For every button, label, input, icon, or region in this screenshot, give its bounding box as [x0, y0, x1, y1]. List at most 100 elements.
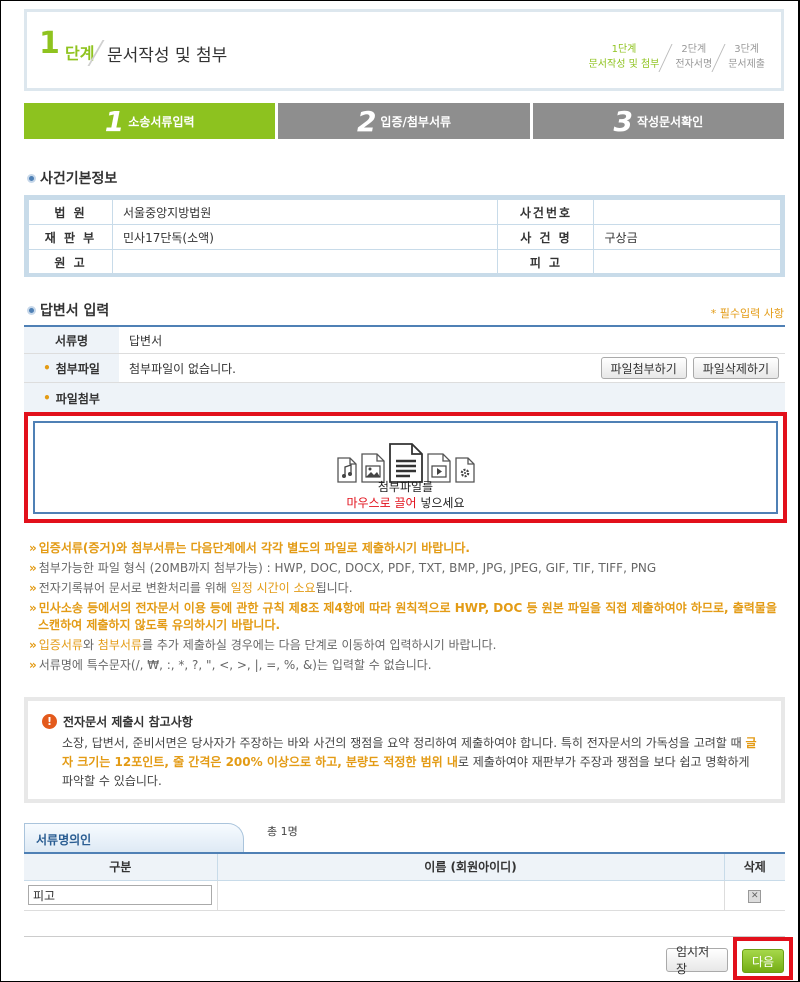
tab-1-label: 소송서류입력: [128, 114, 195, 129]
step-2-label: 전자서명: [675, 59, 713, 70]
delete-file-button[interactable]: 파일삭제하기: [692, 357, 779, 379]
required-star: •: [43, 361, 51, 375]
reference-title-text: 전자문서 제출시 참고사항: [63, 715, 193, 729]
document-file-icon: [388, 443, 423, 483]
court-label: 법 원: [28, 199, 113, 225]
signer-tab[interactable]: 서류명의인: [24, 823, 274, 853]
step-3-num: 3단계: [734, 44, 759, 55]
case-name-value: 구상금: [593, 224, 781, 250]
col-delete-header: 삭제: [724, 854, 785, 881]
next-button-highlight: 다음: [733, 937, 793, 980]
drop-instruction-rest: 넣으세요: [416, 496, 465, 510]
bullet-icon: [27, 173, 36, 183]
tab-3-label: 작성문서확인: [636, 114, 704, 129]
file-attach-label-cell: • 파일첨부: [24, 383, 119, 413]
next-button[interactable]: 다음: [742, 949, 784, 973]
case-info-heading-text: 사건기본정보: [40, 171, 118, 187]
plaintiff-label: 원 고: [28, 249, 113, 275]
tab-document-input[interactable]: 1 소송서류입력: [24, 103, 276, 139]
note-additional-evidence: 입증서류: [38, 638, 83, 652]
warning-icon: !: [42, 714, 57, 729]
attach-label-cell: • 첨부파일: [24, 354, 119, 382]
note-conversion-c: 됩니다.: [315, 581, 353, 595]
case-number-label: 사건번호: [497, 199, 595, 225]
attach-row: • 첨부파일 첨부파일이 없습니다. 파일첨부하기 파일삭제하기: [24, 354, 785, 383]
col-type-header: 구분: [24, 854, 218, 881]
bottom-divider: [24, 936, 785, 937]
division-value: 민사17단독(소액): [111, 224, 499, 250]
stage-number: 1: [39, 26, 60, 61]
defendant-value: [593, 249, 781, 275]
case-info-heading: 사건기본정보: [27, 168, 117, 188]
reference-body-a: 소장, 답변서, 준비서면은 당사자가 주장하는 바와 사건의 쟁점을 요약 정…: [62, 736, 746, 750]
note-additional-d: 를 추가 제출하실 경우에는 다음 단계로 이동하여 입력하시기 바랍니다.: [141, 638, 497, 652]
note-special-chars: 서류명에 특수문자(/, ₩, :, *, ?, ", <, >, |, =, …: [29, 657, 785, 674]
case-number-value: [593, 199, 781, 225]
defendant-label: 피 고: [497, 249, 595, 275]
drop-instruction-line1: 첨부파일를: [377, 480, 434, 494]
file-drop-zone-highlight: 첨부파일를 마우스로 끌어 넣으세요: [24, 412, 787, 523]
signer-type-select[interactable]: 피고: [28, 885, 212, 905]
signer-count: 총 1명: [267, 825, 298, 838]
answer-form: 서류명 답변서 • 첨부파일 첨부파일이 없습니다. 파일첨부하기 파일삭제하기 …: [24, 325, 785, 413]
notes-list: 입증서류(증거)와 첨부서류는 다음단계에서 각각 별도의 파일로 제출하시기 …: [29, 540, 785, 677]
step-2-num: 2단계: [681, 44, 707, 55]
signer-type-cell: 피고: [24, 880, 218, 911]
court-value: 서울중앙지방법원: [111, 199, 499, 225]
note-conversion-emphasis: 일정 시간이 소요: [230, 581, 316, 595]
plaintiff-value: [111, 249, 499, 275]
reference-title: ! 전자문서 제출시 참고사항: [42, 713, 193, 730]
tab-review[interactable]: 3 작성문서확인: [532, 103, 784, 139]
division-label: 재 판 부: [28, 224, 113, 250]
note-additional: 입증서류와 첨부서류를 추가 제출하실 경우에는 다음 단계로 이동하여 입력하…: [29, 637, 785, 654]
attach-value-cell: 첨부파일이 없습니다. 파일첨부하기 파일삭제하기: [119, 357, 785, 379]
doc-name-row: 서류명 답변서: [24, 327, 785, 354]
drop-instruction-emphasis: 마우스로 끌어: [346, 496, 417, 510]
tab-3-number: 3: [613, 104, 633, 138]
required-star: •: [43, 391, 51, 405]
save-draft-button[interactable]: 임시저장: [666, 945, 728, 976]
signer-tab-label: 서류명의인: [36, 833, 92, 847]
signer-name-cell: [217, 880, 725, 911]
case-info-table: 법 원 서울중앙지방법원 사건번호 재 판 부 민사17단독(소액) 사 건 명…: [24, 195, 785, 277]
attach-buttons: 파일첨부하기 파일삭제하기: [600, 357, 779, 379]
note-rule: 민사소송 등에서의 전자문서 이용 등에 관한 규칙 제8조 제4항에 따라 원…: [29, 600, 785, 634]
bullet-icon: [27, 305, 36, 315]
step-indicator: 1단계 문서작성 및 첨부 2단계 전자서명 3단계 문서제출: [581, 42, 773, 72]
step-3-label: 문서제출: [728, 59, 765, 70]
note-conversion-a: 전자기록뷰어 문서로 변환처리를 위해: [38, 581, 231, 595]
note-evidence: 입증서류(증거)와 첨부서류는 다음단계에서 각각 별도의 파일로 제출하시기 …: [29, 540, 785, 557]
doc-name-value: 답변서: [129, 333, 163, 348]
attach-label: 첨부파일: [55, 361, 100, 376]
signer-delete-cell: ✕: [724, 880, 785, 911]
tab-2-number: 2: [356, 104, 377, 138]
step-1: 1단계 문서작성 및 첨부: [581, 42, 668, 72]
required-note: * 필수입력 사항: [710, 307, 784, 320]
delete-icon[interactable]: ✕: [748, 889, 762, 903]
note-conversion: 전자기록뷰어 문서로 변환처리를 위해 일정 시간이 소요됩니다.: [29, 580, 785, 597]
file-drop-zone[interactable]: 첨부파일를 마우스로 끌어 넣으세요: [33, 421, 778, 514]
note-additional-b: 와: [82, 638, 98, 652]
reference-box: ! 전자문서 제출시 참고사항 소장, 답변서, 준비서면은 당사자가 주장하는…: [24, 697, 785, 803]
file-attach-row: • 파일첨부: [24, 383, 785, 413]
page-title: 문서작성 및 첨부: [107, 46, 228, 66]
col-name-header: 이름 (회원아이디): [217, 854, 725, 881]
tab-evidence-attachments[interactable]: 2 입증/첨부서류: [278, 103, 530, 139]
file-attach-label: 파일첨부: [55, 391, 100, 406]
step-3: 3단계 문서제출: [720, 42, 773, 72]
tab-1-number: 1: [104, 104, 125, 138]
signer-table: 구분 이름 (회원아이디) 삭제 피고 ✕: [24, 852, 785, 911]
answer-heading: 답변서 입력: [27, 300, 109, 320]
drop-instruction: 첨부파일를 마우스로 끌어 넣으세요: [35, 479, 776, 511]
step-1-num: 1단계: [611, 44, 637, 55]
attach-status: 첨부파일이 없습니다.: [129, 361, 236, 376]
note-file-formats: 첨부가능한 파일 형식 (20MB까지 첨부가능) : HWP, DOC, DO…: [29, 560, 785, 577]
file-type-icons: [35, 443, 776, 483]
doc-name-label: 서류명: [24, 327, 119, 353]
signer-header-row: 구분 이름 (회원아이디) 삭제: [24, 854, 785, 881]
attach-file-button[interactable]: 파일첨부하기: [600, 357, 687, 379]
tab-2-label: 입증/첨부서류: [380, 114, 452, 129]
table-row: 피고 ✕: [24, 880, 785, 911]
process-tabs: 1 소송서류입력 2 입증/첨부서류 3 작성문서확인: [24, 103, 784, 139]
step-1-label: 문서작성 및 첨부: [588, 59, 660, 70]
